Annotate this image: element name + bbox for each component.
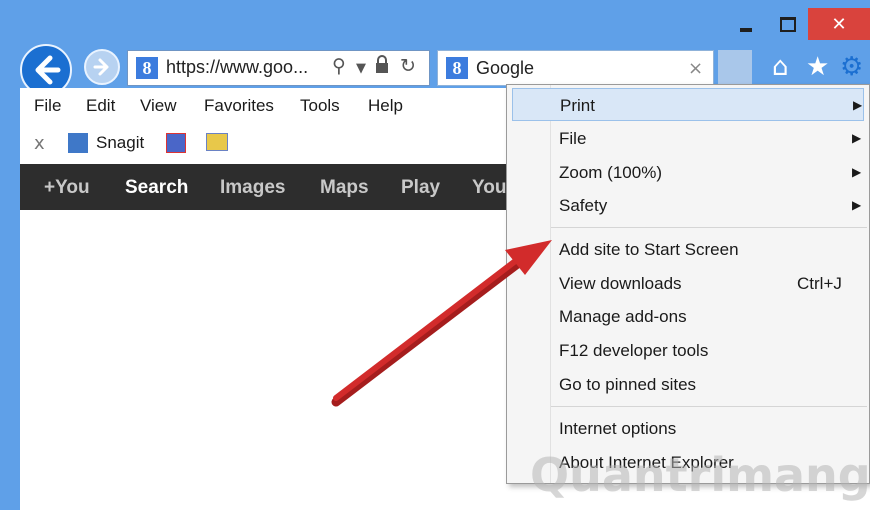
menu-item-zoom[interactable]: Zoom (100%) ▶: [512, 156, 864, 189]
menu-file[interactable]: File: [34, 96, 61, 116]
google-nav-images[interactable]: Images: [220, 177, 285, 199]
refresh-icon[interactable]: ↻: [400, 55, 416, 77]
google-nav-play[interactable]: Play: [401, 177, 440, 199]
menu-item-pinned-sites[interactable]: Go to pinned sites: [512, 368, 864, 401]
forward-arrow-icon: [93, 58, 109, 76]
menu-item-label: Internet options: [559, 419, 677, 438]
menu-view[interactable]: View: [140, 96, 177, 116]
capture-icon[interactable]: [166, 133, 186, 153]
feed-icon[interactable]: [206, 133, 228, 151]
menu-item-label: Add site to Start Screen: [559, 240, 739, 259]
favorite-snagit[interactable]: Snagit: [96, 133, 144, 153]
watermark: Quantrimang: [530, 448, 870, 502]
submenu-arrow-icon: ▶: [852, 131, 862, 145]
back-arrow-icon: [35, 55, 61, 85]
menu-item-shortcut: Ctrl+J: [797, 274, 842, 293]
search-icon[interactable]: ⚲: [332, 55, 346, 77]
menu-item-developer-tools[interactable]: F12 developer tools: [512, 334, 864, 367]
menu-item-label: Print: [560, 96, 595, 115]
menu-tools[interactable]: Tools: [300, 96, 340, 116]
star-icon[interactable]: ★: [806, 52, 829, 82]
tools-menu: Print ▶ File ▶ Zoom (100%) ▶ Safety ▶ Ad…: [506, 84, 870, 484]
submenu-arrow-icon: ▶: [852, 165, 862, 179]
close-toolbar-icon[interactable]: x: [34, 133, 45, 154]
menu-separator: [551, 406, 867, 407]
address-bar[interactable]: 8 https://www.goo... ⚲ ▼ ↻: [127, 50, 430, 86]
menu-item-file[interactable]: File ▶: [512, 122, 864, 155]
menu-item-print[interactable]: Print ▶: [512, 88, 864, 121]
address-url[interactable]: https://www.goo...: [166, 57, 308, 78]
google-nav-maps[interactable]: Maps: [320, 177, 369, 199]
google-favicon-icon: 8: [136, 57, 158, 79]
new-tab-button[interactable]: [718, 50, 752, 86]
menu-favorites[interactable]: Favorites: [204, 96, 274, 116]
menu-item-add-site[interactable]: Add site to Start Screen: [512, 233, 864, 266]
menu-help[interactable]: Help: [368, 96, 403, 116]
tab-google[interactable]: 8 Google ×: [437, 50, 714, 86]
forward-button[interactable]: [84, 49, 120, 85]
google-favicon-icon: 8: [446, 57, 468, 79]
title-bar: ✕ 8 https://www.goo... ⚲ ▼ ↻ 8 Google ×: [0, 0, 870, 96]
menu-item-internet-options[interactable]: Internet options: [512, 412, 864, 445]
gear-icon[interactable]: ⚙: [840, 52, 863, 82]
menu-item-label: Zoom (100%): [559, 163, 662, 182]
menu-item-label: Safety: [559, 196, 608, 215]
submenu-arrow-icon: ▶: [852, 198, 862, 212]
menu-edit[interactable]: Edit: [86, 96, 115, 116]
maximize-icon: [780, 16, 796, 32]
tab-close-icon[interactable]: ×: [688, 58, 703, 79]
menu-separator: [551, 227, 867, 228]
home-icon[interactable]: ⌂: [772, 52, 789, 82]
minimize-button[interactable]: [724, 8, 768, 40]
lock-icon[interactable]: [374, 55, 390, 80]
snagit-icon: [68, 133, 88, 153]
dropdown-icon[interactable]: ▼: [356, 61, 366, 76]
menu-item-label: File: [559, 129, 587, 148]
close-button[interactable]: ✕: [808, 8, 870, 40]
menu-item-safety[interactable]: Safety ▶: [512, 189, 864, 222]
menu-item-label: F12 developer tools: [559, 341, 709, 360]
minimize-icon: [740, 28, 752, 32]
google-nav-youtube[interactable]: You: [472, 177, 506, 199]
tab-title: Google: [476, 58, 535, 78]
menu-item-manage-addons[interactable]: Manage add-ons: [512, 300, 864, 333]
close-icon: ✕: [831, 13, 847, 35]
window-border: [0, 88, 20, 510]
submenu-arrow-icon: ▶: [853, 98, 863, 112]
google-nav-you[interactable]: +You: [44, 177, 90, 199]
maximize-button[interactable]: [768, 8, 808, 40]
menu-item-label: View downloads: [559, 274, 682, 293]
google-nav-search[interactable]: Search: [125, 177, 188, 199]
menu-item-view-downloads[interactable]: View downloads Ctrl+J: [512, 267, 864, 300]
menu-item-label: Manage add-ons: [559, 307, 687, 326]
browser-window: ✕ 8 https://www.goo... ⚲ ▼ ↻ 8 Google ×: [0, 0, 870, 510]
menu-item-label: Go to pinned sites: [559, 375, 697, 394]
